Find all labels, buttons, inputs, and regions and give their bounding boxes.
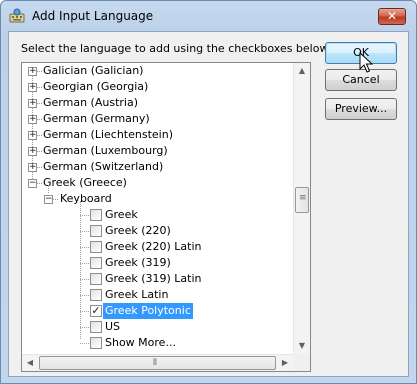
tree-item-german-austria[interactable]: + German (Austria) (22, 95, 294, 111)
tree-connector (37, 103, 42, 104)
tree-item-label: Greek (Greece) (43, 176, 127, 189)
scroll-left-arrow-icon[interactable]: ◀ (22, 355, 38, 371)
checkmark-icon: ✓ (91, 304, 101, 317)
expand-icon[interactable]: + (28, 147, 37, 156)
scroll-up-arrow-icon[interactable]: ▲ (294, 63, 310, 79)
tree-item-label: German (Luxembourg) (43, 144, 168, 157)
tree-item-label: German (Switzerland) (43, 160, 164, 173)
tree-item-german-switzerland[interactable]: + German (Switzerland) (22, 159, 294, 175)
keyboard-item-label: Show More... (105, 336, 176, 349)
vertical-scrollbar[interactable]: ▲ ≡ ▼ (293, 63, 310, 354)
keyboard-item-greek-319[interactable]: Greek (319) (22, 255, 294, 271)
grip-icon: ⦀ (153, 358, 157, 368)
tree-connector (80, 327, 89, 328)
tree-item-label: German (Germany) (43, 112, 150, 125)
collapse-icon[interactable]: − (28, 179, 37, 188)
tree-connector (37, 71, 42, 72)
keyboard-item-greek-latin[interactable]: Greek Latin (22, 287, 294, 303)
scroll-right-arrow-icon[interactable]: ▶ (277, 355, 293, 371)
tree-connector (37, 135, 42, 136)
collapse-icon[interactable]: − (44, 195, 53, 204)
checkbox[interactable] (90, 209, 102, 221)
tree-connector (37, 119, 42, 120)
expand-icon[interactable]: + (28, 131, 37, 140)
checkbox[interactable] (90, 337, 102, 349)
tree-connector (80, 215, 89, 216)
horizontal-scrollbar[interactable]: ◀ ⦀ ▶ (22, 354, 293, 371)
tree-item-label: Georgian (Georgia) (43, 80, 149, 93)
tree-connector (37, 87, 42, 88)
checkbox[interactable] (90, 241, 102, 253)
keyboard-language-icon (9, 8, 25, 23)
tree-item-greek-greece[interactable]: − Greek (Greece) (22, 175, 294, 191)
tree-item-label: Keyboard (60, 192, 112, 205)
keyboard-item-label: Greek (105, 208, 138, 221)
tree-connector (80, 311, 89, 312)
checkbox-checked[interactable]: ✓ (90, 305, 102, 317)
tree-connector (37, 167, 42, 168)
tree-connector (80, 279, 89, 280)
tree-item-german-luxembourg[interactable]: + German (Luxembourg) (22, 143, 294, 159)
checkbox[interactable] (90, 225, 102, 237)
dialog-body: Select the language to add using the che… (8, 31, 409, 377)
expand-icon[interactable]: + (28, 99, 37, 108)
expand-icon[interactable]: + (28, 83, 37, 92)
keyboard-item-us[interactable]: US (22, 319, 294, 335)
tree-connector (80, 231, 89, 232)
keyboard-item-greek-319-latin[interactable]: Greek (319) Latin (22, 271, 294, 287)
tree-item-georgian[interactable]: + Georgian (Georgia) (22, 79, 294, 95)
tree-item-galician[interactable]: + Galician (Galician) (22, 63, 294, 79)
checkbox[interactable] (90, 289, 102, 301)
keyboard-item-greek-220[interactable]: Greek (220) (22, 223, 294, 239)
tree-connector (80, 295, 89, 296)
keyboard-item-greek-220-latin[interactable]: Greek (220) Latin (22, 239, 294, 255)
keyboard-item-label: US (105, 320, 121, 333)
checkbox[interactable] (90, 273, 102, 285)
tree-item-german-liechtenstein[interactable]: + German (Liechtenstein) (22, 127, 294, 143)
close-button[interactable]: ✕ (378, 8, 406, 25)
window-title: Add Input Language (32, 9, 154, 23)
instruction-text: Select the language to add using the che… (21, 42, 331, 55)
checkbox[interactable] (90, 257, 102, 269)
keyboard-item-greek[interactable]: Greek (22, 207, 294, 223)
expand-icon[interactable]: + (28, 163, 37, 172)
language-tree[interactable]: + Galician (Galician) + Georgian (Georgi… (21, 62, 311, 372)
expand-icon[interactable]: + (28, 67, 37, 76)
keyboard-item-label: Greek Latin (105, 288, 169, 301)
keyboard-item-label: Greek (220) Latin (105, 240, 202, 253)
tree-item-label: German (Liechtenstein) (43, 128, 173, 141)
preview-button[interactable]: Preview... (325, 98, 397, 120)
tree-connector (53, 199, 58, 200)
tree-item-german-germany[interactable]: + German (Germany) (22, 111, 294, 127)
mouse-cursor-icon (359, 52, 373, 73)
expand-icon[interactable]: + (28, 115, 37, 124)
tree-connector (80, 263, 89, 264)
tree-connector (37, 151, 42, 152)
keyboard-item-show-more[interactable]: Show More... (22, 335, 294, 351)
tree-item-keyboard[interactable]: − Keyboard (22, 191, 294, 207)
grip-icon: ≡ (299, 193, 307, 203)
tree-item-label: Galician (Galician) (43, 64, 144, 77)
keyboard-item-label: Greek Polytonic (103, 303, 193, 319)
keyboard-item-label: Greek (319) Latin (105, 272, 202, 285)
tree-connector (37, 183, 42, 184)
tree-item-label: German (Austria) (43, 96, 138, 109)
vertical-scroll-thumb[interactable]: ≡ (295, 187, 309, 213)
close-icon: ✕ (386, 9, 398, 23)
tree-connector (80, 343, 89, 344)
tree-connector (80, 247, 89, 248)
add-input-language-dialog: Add Input Language ✕ Select the language… (0, 0, 417, 384)
keyboard-item-label: Greek (319) (105, 256, 171, 269)
keyboard-item-label: Greek (220) (105, 224, 171, 237)
scroll-down-arrow-icon[interactable]: ▼ (294, 338, 310, 354)
keyboard-item-greek-polytonic[interactable]: ✓ Greek Polytonic (22, 303, 294, 319)
scroll-corner (293, 354, 310, 371)
checkbox[interactable] (90, 321, 102, 333)
title-bar[interactable]: Add Input Language ✕ (1, 1, 416, 31)
horizontal-scroll-thumb[interactable]: ⦀ (39, 356, 276, 370)
